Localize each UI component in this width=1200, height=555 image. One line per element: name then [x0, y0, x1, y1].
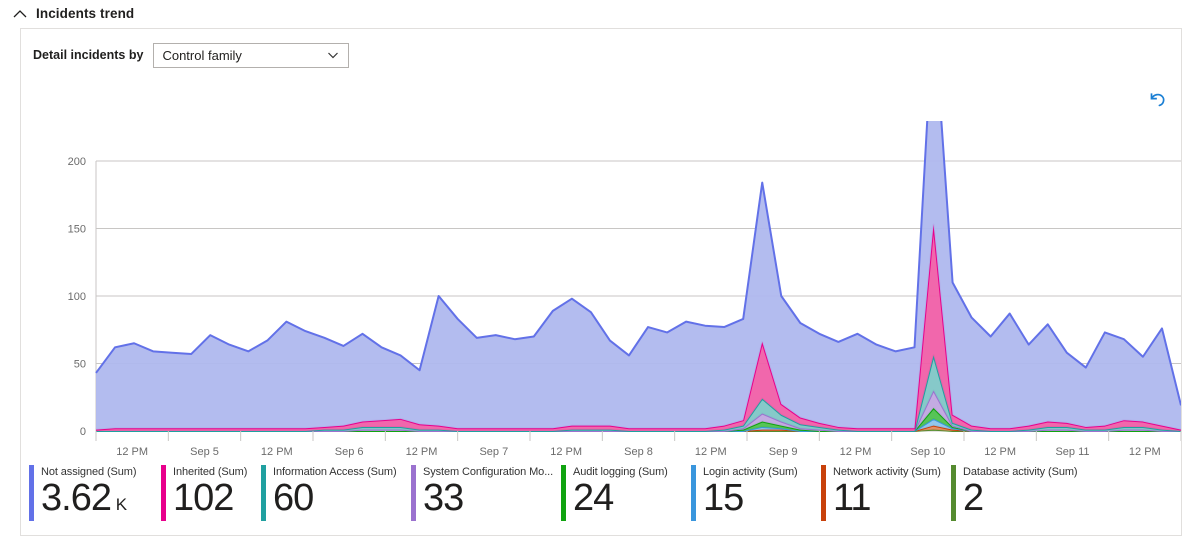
dropdown-selected-value: Control family	[162, 47, 242, 63]
legend-value-number: 33	[423, 477, 464, 519]
legend-series-value: 102	[173, 477, 247, 519]
x-axis-tick-label: 12 PM	[116, 446, 148, 458]
x-axis-tick-label: Sep 8	[624, 446, 653, 458]
x-axis-tick-label: 12 PM	[261, 446, 293, 458]
x-axis-tick-label: 12 PM	[1129, 446, 1161, 458]
area-band	[96, 121, 1181, 430]
legend-color-swatch	[261, 465, 266, 521]
legend-color-swatch	[29, 465, 34, 521]
legend-value-number: 15	[703, 477, 744, 519]
legend-series-value: 33	[423, 477, 553, 519]
incidents-trend-card: Detail incidents by Control family 0 50 10…	[20, 28, 1182, 536]
chart-legend: Not assigned (Sum) 3.62 K Inherited (Sum) 1…	[29, 465, 1173, 527]
detail-incidents-by-dropdown[interactable]: Control family	[153, 42, 350, 68]
x-axis-tick-label: Sep 5	[190, 446, 219, 458]
legend-item[interactable]: Not assigned (Sum) 3.62 K	[29, 465, 161, 521]
y-axis-tick-label: 0	[80, 426, 86, 438]
stacked-area-chart[interactable]: 0 50 100 150 200 12 PM Sep 5 12 PM Sep 6 12 PM Sep…	[21, 121, 1181, 481]
chevron-up-icon[interactable]	[12, 6, 28, 22]
legend-item[interactable]: Audit logging (Sum) 24	[561, 465, 691, 521]
legend-item[interactable]: Network activity (Sum) 11	[821, 465, 951, 521]
control-row: Detail incidents by Control family	[21, 29, 1181, 71]
legend-color-swatch	[411, 465, 416, 521]
legend-series-value: 24	[573, 477, 668, 519]
x-axis-tick-label: Sep 11	[1055, 446, 1089, 458]
legend-value-number: 60	[273, 477, 314, 519]
legend-color-swatch	[691, 465, 696, 521]
detail-incidents-by-label: Detail incidents by	[33, 48, 144, 62]
legend-value-number: 11	[833, 477, 871, 519]
legend-value-suffix: K	[110, 495, 128, 514]
section-header[interactable]: Incidents trend	[0, 0, 1200, 28]
x-axis-tick-label: Sep 7	[479, 446, 508, 458]
legend-item[interactable]: System Configuration Mo... 33	[411, 465, 561, 521]
legend-series-value: 60	[273, 477, 397, 519]
chart-plot-area[interactable]: 0 50 100 150 200 12 PM Sep 5 12 PM Sep 6 12 PM Sep…	[21, 121, 1181, 481]
legend-series-value: 15	[703, 477, 798, 519]
legend-item[interactable]: Database activity (Sum) 2	[951, 465, 1091, 521]
legend-color-swatch	[821, 465, 826, 521]
x-axis-tick-label: 12 PM	[840, 446, 872, 458]
y-axis-tick-label: 100	[68, 291, 86, 303]
incidents-trend-page: Incidents trend Detail incidents by Cont…	[0, 0, 1200, 555]
legend-series-value: 11	[833, 477, 941, 519]
legend-color-swatch	[161, 465, 166, 521]
reset-arrow-icon[interactable]	[1147, 89, 1169, 111]
y-axis-tick-label: 50	[74, 359, 86, 371]
legend-item[interactable]: Inherited (Sum) 102	[161, 465, 261, 521]
x-axis-tick-label: Sep 10	[910, 446, 945, 458]
x-axis-tick-label: Sep 9	[769, 446, 798, 458]
x-axis-tick-label: Sep 6	[335, 446, 364, 458]
x-axis-tick-label: 12 PM	[984, 446, 1016, 458]
legend-color-swatch	[951, 465, 956, 521]
y-axis-tick-label: 200	[68, 156, 86, 168]
legend-item[interactable]: Information Access (Sum) 60	[261, 465, 411, 521]
legend-series-value: 2	[963, 477, 1077, 519]
legend-value-number: 3.62	[41, 477, 112, 519]
x-axis-tick-label: 12 PM	[695, 446, 727, 458]
chevron-down-icon	[326, 48, 340, 62]
x-axis-tick-label: 12 PM	[550, 446, 582, 458]
legend-color-swatch	[561, 465, 566, 521]
page-title: Incidents trend	[36, 6, 135, 21]
legend-value-number: 102	[173, 477, 234, 519]
y-axis-tick-label: 150	[68, 224, 86, 236]
legend-series-value: 3.62 K	[41, 477, 136, 526]
legend-value-number: 2	[963, 477, 984, 519]
legend-item[interactable]: Login activity (Sum) 15	[691, 465, 821, 521]
x-axis-tick-label: 12 PM	[406, 446, 438, 458]
legend-value-number: 24	[573, 477, 614, 519]
